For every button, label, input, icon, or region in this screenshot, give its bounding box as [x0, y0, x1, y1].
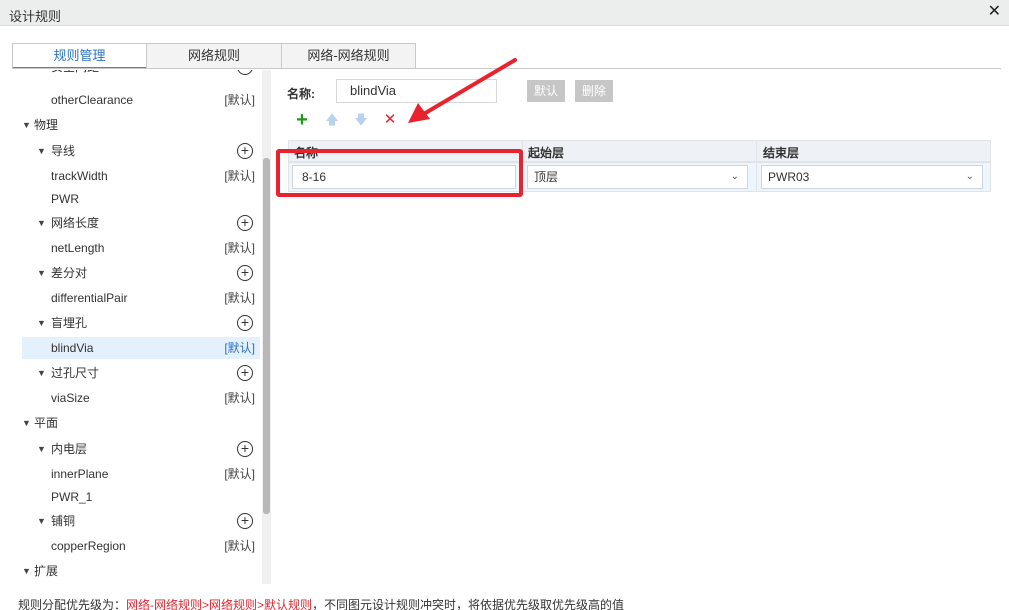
tree-item-copperregion[interactable]: copperRegion [默认] [12, 535, 260, 557]
annotation-arrow [408, 58, 517, 123]
column-divider [756, 140, 757, 192]
tree-item-trackwidth[interactable]: trackWidth [默认] [12, 165, 260, 187]
tree-group-wire[interactable]: ▼ 导线 + [12, 140, 260, 162]
caret-down-icon[interactable]: ▼ [37, 510, 46, 532]
caret-down-icon[interactable]: ▼ [37, 140, 46, 162]
caret-down-icon[interactable]: ▼ [37, 438, 46, 460]
tree-group-inner-plane[interactable]: ▼ 内电层 + [12, 438, 260, 460]
default-button[interactable]: 默认 [527, 80, 565, 102]
window-title: 设计规则 [9, 9, 62, 24]
add-rule-icon[interactable]: + [237, 70, 253, 75]
tree-group-blind-via[interactable]: ▼ 盲埋孔 + [12, 312, 260, 334]
tree-item-netlength[interactable]: netLength [默认] [12, 237, 260, 259]
default-tag: [默认] [224, 341, 255, 355]
tree-item-innerplane[interactable]: innerPlane [默认] [12, 463, 260, 485]
add-row-icon[interactable]: + [294, 110, 310, 130]
default-tag: [默认] [224, 467, 255, 481]
tree-group-extend[interactable]: ▼ 扩展 [12, 560, 260, 582]
default-tag: [默认] [224, 291, 255, 305]
title-bar: 设计规则 ✕ [0, 0, 1009, 26]
default-tag: [默认] [224, 391, 255, 405]
highlight-box [276, 149, 523, 197]
end-layer-value: PWR03 [768, 170, 810, 184]
name-label: 名称: [287, 87, 315, 101]
caret-down-icon[interactable]: ▼ [37, 312, 46, 334]
tree-group-copper[interactable]: ▼ 铺铜 + [12, 510, 260, 532]
tree-group-physics[interactable]: ▼ 物理 [12, 114, 260, 136]
tree-group-diff-pair[interactable]: ▼ 差分对 + [12, 262, 260, 284]
tab-net-rules[interactable]: 网络规则 [146, 43, 282, 69]
default-tag: [默认] [224, 539, 255, 553]
tree-item-differentialpair[interactable]: differentialPair [默认] [12, 287, 260, 309]
move-down-icon[interactable]: 🡇 [353, 112, 369, 128]
rule-tree: 安全间距 + otherClearance [默认] ▼ 物理 ▼ 导线 + t… [12, 70, 270, 584]
tree-group-net-length[interactable]: ▼ 网络长度 + [12, 212, 260, 234]
footer-suffix: ，不同图元设计规则冲突时，将依据优先级取优先级高的值 [312, 598, 625, 610]
default-tag: [默认] [224, 241, 255, 255]
tab-rule-management[interactable]: 规则管理 [12, 43, 147, 69]
tree-item-pwr[interactable]: PWR [12, 188, 260, 210]
close-icon[interactable]: ✕ [988, 3, 1001, 21]
caret-down-icon[interactable]: ▼ [22, 412, 31, 434]
start-layer-value: 顶层 [534, 170, 559, 184]
tree-item-pwr1[interactable]: PWR_1 [12, 486, 260, 508]
add-rule-icon[interactable]: + [237, 265, 253, 281]
tree-item-otherclearance[interactable]: otherClearance [默认] [12, 89, 260, 111]
default-tag: [默认] [224, 93, 255, 107]
add-rule-icon[interactable]: + [237, 513, 253, 529]
tree-item-viasize[interactable]: viaSize [默认] [12, 387, 260, 409]
end-layer-select[interactable]: PWR03 ⌄ [761, 165, 983, 189]
caret-down-icon[interactable]: ▼ [37, 362, 46, 384]
remove-row-icon[interactable]: ✕ [382, 112, 398, 128]
column-header-start-layer: 起始层 [528, 146, 565, 160]
tree-scrollbar-thumb[interactable] [263, 158, 270, 514]
add-rule-icon[interactable]: + [237, 315, 253, 331]
priority-footer: 规则分配优先级为：网络-网络规则>网络规则>默认规则，不同图元设计规则冲突时，将… [18, 596, 624, 610]
move-up-icon[interactable]: 🡅 [324, 112, 340, 128]
tree-item-blindvia[interactable]: blindVia [默认] [22, 337, 260, 359]
footer-prefix: 规则分配优先级为： [18, 598, 127, 610]
caret-down-icon[interactable]: ▼ [37, 212, 46, 234]
column-header-end-layer: 结束层 [763, 146, 800, 160]
chevron-down-icon: ⌄ [965, 171, 974, 182]
add-rule-icon[interactable]: + [237, 365, 253, 381]
caret-down-icon[interactable]: ▼ [22, 560, 31, 582]
caret-down-icon[interactable]: ▼ [22, 114, 31, 136]
tree-group-plane[interactable]: ▼ 平面 [12, 412, 260, 434]
add-rule-icon[interactable]: + [237, 143, 253, 159]
tree-item-safety-clearance[interactable]: 安全间距 + [12, 70, 260, 78]
tree-group-via-size[interactable]: ▼ 过孔尺寸 + [12, 362, 260, 384]
delete-button[interactable]: 删除 [575, 80, 613, 102]
tab-net-to-net-rules[interactable]: 网络-网络规则 [281, 43, 416, 69]
default-tag: [默认] [224, 169, 255, 183]
footer-priority: 网络-网络规则>网络规则>默认规则 [126, 598, 313, 610]
start-layer-select[interactable]: 顶层 ⌄ [527, 165, 748, 189]
caret-down-icon[interactable]: ▼ [37, 262, 46, 284]
add-rule-icon[interactable]: + [237, 215, 253, 231]
add-rule-icon[interactable]: + [237, 441, 253, 457]
chevron-down-icon: ⌄ [730, 171, 739, 182]
